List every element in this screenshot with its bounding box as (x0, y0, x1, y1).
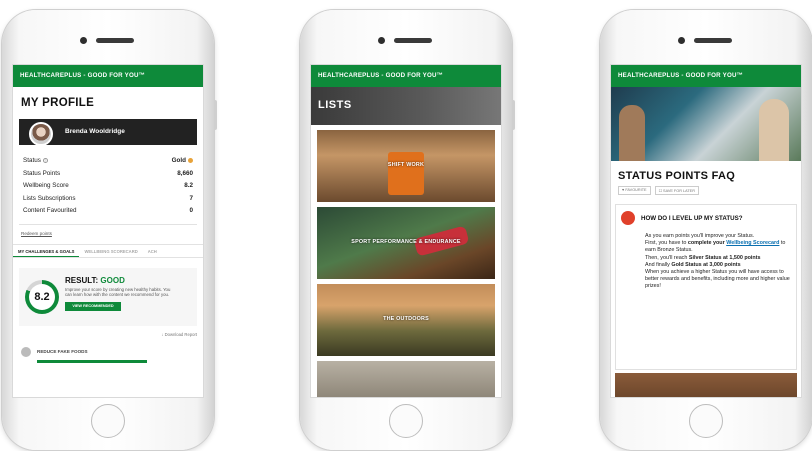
phone-lists: HEALTHCAREPLUS - GOOD FOR YOU™ LISTS SHI… (300, 10, 515, 450)
result-heading: RESULT: GOOD (65, 275, 125, 285)
page-title: MY PROFILE (21, 97, 95, 109)
tile-label: SHIFT WORK (387, 162, 425, 168)
goal-progress-bar (37, 359, 147, 363)
redeem-points-link[interactable]: Redeem points (13, 225, 203, 244)
stat-label: Status (23, 157, 41, 164)
phone-profile: HEALTHCAREPLUS - GOOD FOR YOU™ MY PROFIL… (2, 10, 217, 450)
home-button[interactable] (91, 404, 125, 438)
stat-label: Wellbeing Score (23, 182, 69, 189)
help-icon[interactable]: ? (42, 157, 48, 163)
speaker-grille (394, 38, 432, 43)
home-button[interactable] (689, 404, 723, 438)
lists-screen: HEALTHCAREPLUS - GOOD FOR YOU™ LISTS SHI… (310, 64, 502, 398)
stat-row: Lists Subscriptions 7 (23, 193, 193, 206)
app-showcase: HEALTHCAREPLUS - GOOD FOR YOU™ MY PROFIL… (0, 0, 812, 451)
tab-achievements[interactable]: ACH (143, 245, 162, 257)
stat-value: Gold (171, 157, 186, 164)
tile-label: SPORT PERFORMANCE & ENDURANCE (351, 239, 461, 245)
speaker-grille (694, 38, 732, 43)
wellbeing-scorecard-link[interactable]: Wellbeing Scorecard (726, 240, 779, 246)
score-value: 8.2 (29, 283, 55, 310)
page-title: LISTS (311, 87, 501, 125)
bottom-image (615, 373, 797, 397)
gold-status-icon (188, 157, 193, 163)
speaker-grille (96, 38, 134, 43)
result-description: Improve your score by creating new healt… (65, 286, 171, 298)
goal-item[interactable]: REDUCE FAKE FOODS (13, 337, 203, 357)
side-button (214, 100, 217, 130)
tile-label: THE OUTDOORS (383, 316, 429, 322)
stat-row: Status Points 8,660 (23, 168, 193, 181)
user-name: Brenda Wooldridge (65, 128, 125, 135)
tab-challenges-goals[interactable]: MY CHALLENGES & GOALS (13, 245, 80, 257)
result-card: 8.2 RESULT: GOOD Improve your score by c… (19, 267, 197, 326)
stat-row: Wellbeing Score 8.2 (23, 180, 193, 193)
save-for-later-button[interactable]: ☐ SAVE FOR LATER (654, 186, 699, 195)
stat-value: 8.2 (184, 182, 193, 189)
avatar (29, 122, 53, 146)
app-bar: HEALTHCAREPLUS - GOOD FOR YOU™ (13, 65, 203, 87)
faq-question: HOW DO I LEVEL UP MY STATUS? (621, 211, 791, 225)
profile-stats: Status? Gold Status Points 8,660 Wellbei… (19, 145, 197, 225)
download-report-link[interactable]: ↓ Download Report (13, 326, 203, 337)
list-tile-shift-work[interactable]: SHIFT WORK (317, 130, 495, 202)
food-icon (21, 346, 31, 357)
stat-value: 0 (189, 207, 193, 214)
phone-faq: HEALTHCAREPLUS - GOOD FOR YOU™ STATUS PO… (600, 10, 812, 450)
favourite-button[interactable]: ♥ FAVOURITE (618, 186, 651, 195)
app-bar: HEALTHCAREPLUS - GOOD FOR YOU™ (611, 65, 801, 87)
front-camera (678, 37, 685, 44)
list-tile-sport-performance[interactable]: SPORT PERFORMANCE & ENDURANCE (317, 207, 495, 279)
stat-label: Status Points (23, 169, 61, 177)
question-text: HOW DO I LEVEL UP MY STATUS? (641, 214, 743, 222)
profile-tabs: MY CHALLENGES & GOALS WELLBEING SCORECAR… (13, 243, 203, 258)
tab-wellbeing-scorecard[interactable]: WELLBEING SCORECARD (79, 245, 142, 257)
profile-screen: HEALTHCAREPLUS - GOOD FOR YOU™ MY PROFIL… (12, 64, 204, 398)
stat-value: 7 (189, 194, 193, 202)
wellbeing-score-ring: 8.2 (25, 279, 59, 314)
side-button (512, 100, 515, 130)
stat-row: Status? Gold (23, 155, 193, 168)
stat-label: Content Favourited (23, 207, 77, 214)
list-tile-outdoors[interactable]: THE OUTDOORS (317, 284, 495, 356)
stat-value: 8,660 (177, 169, 193, 177)
stat-row: Content Favourited 0 (23, 205, 193, 218)
front-camera (378, 37, 385, 44)
app-bar: HEALTHCAREPLUS - GOOD FOR YOU™ (311, 65, 501, 87)
faq-card: HOW DO I LEVEL UP MY STATUS? As you earn… (615, 204, 797, 370)
view-recommended-button[interactable]: VIEW RECOMMENDED (65, 301, 121, 311)
hero-image (611, 87, 801, 161)
result-value: GOOD (100, 275, 125, 285)
list-tile-partial[interactable] (317, 361, 495, 397)
stat-label: Lists Subscriptions (23, 194, 76, 202)
profile-banner: Brenda Wooldridge (19, 119, 197, 146)
home-button[interactable] (389, 404, 423, 438)
question-icon (621, 211, 635, 225)
action-tags: ♥ FAVOURITE ☐ SAVE FOR LATER (611, 186, 801, 195)
front-camera (80, 37, 87, 44)
page-title: STATUS POINTS FAQ (618, 170, 736, 182)
faq-answer: As you earn points you'll improve your S… (645, 233, 790, 290)
faq-screen: HEALTHCAREPLUS - GOOD FOR YOU™ STATUS PO… (610, 64, 802, 398)
goal-label: REDUCE FAKE FOODS (37, 349, 88, 354)
